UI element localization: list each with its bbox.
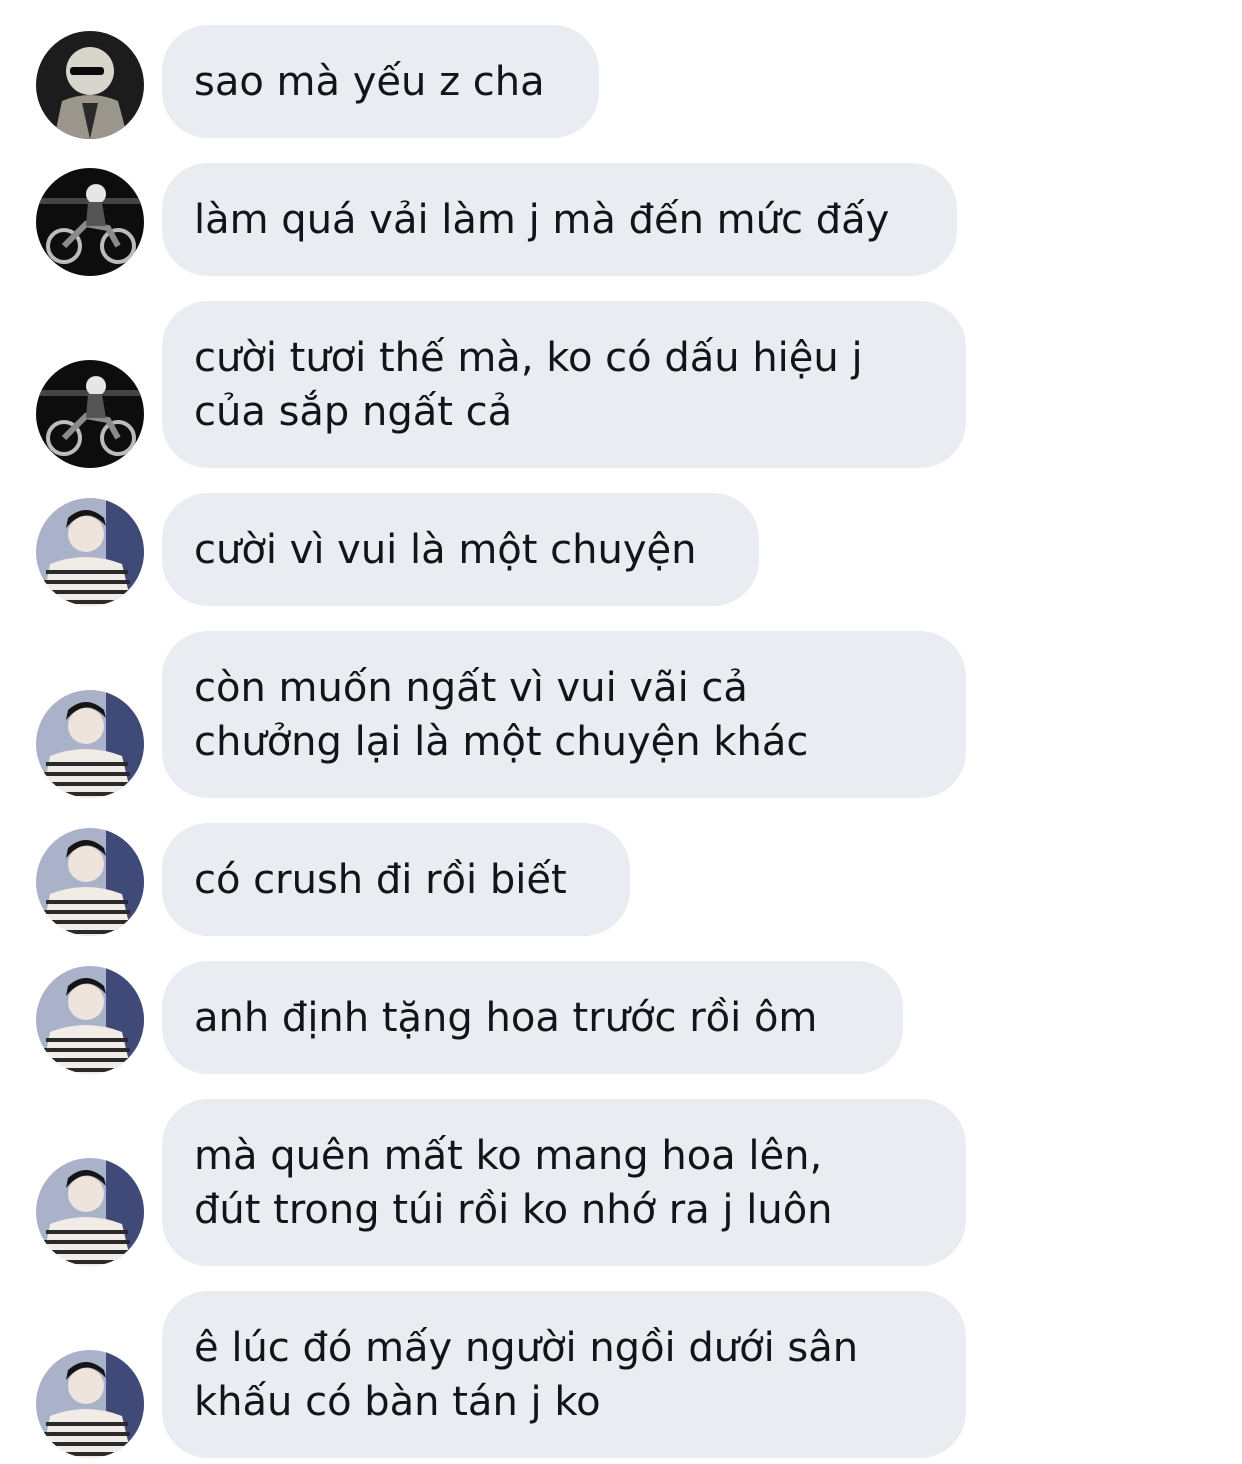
message-bubble[interactable]: có crush đi rồi biết: [162, 823, 630, 936]
user-avatar-striped-sweater-icon: [36, 498, 144, 606]
message-text: đút trong túi rồi ko nhớ ra j luôn: [194, 1186, 833, 1233]
avatar[interactable]: [36, 966, 144, 1074]
message-text: cười vì vui là một chuyện: [194, 526, 697, 573]
message-text: có crush đi rồi biết: [194, 856, 567, 903]
message-text: còn muốn ngất vì vui vãi cả: [194, 664, 748, 711]
message-text: ê lúc đó mấy người ngồi dưới sân: [194, 1324, 859, 1371]
message-text: khấu có bàn tán j ko: [194, 1378, 601, 1425]
avatar[interactable]: [36, 828, 144, 936]
message-bubble[interactable]: cười tươi thế mà, ko có dấu hiệu j của s…: [162, 301, 966, 468]
avatar[interactable]: [36, 168, 144, 276]
message-bubble[interactable]: mà quên mất ko mang hoa lên, đút trong t…: [162, 1099, 966, 1266]
message-text: mà quên mất ko mang hoa lên,: [194, 1132, 823, 1179]
message-bubble[interactable]: cười vì vui là một chuyện: [162, 493, 759, 606]
avatar[interactable]: [36, 498, 144, 606]
message-text: sao mà yếu z cha: [194, 58, 545, 105]
user-avatar-motorcycle-night-icon: [36, 168, 144, 276]
avatar[interactable]: [36, 690, 144, 798]
user-avatar-striped-sweater-icon: [36, 966, 144, 1074]
message-bubble[interactable]: làm quá vải làm j mà đến mức đấy: [162, 163, 957, 276]
message-bubble[interactable]: anh định tặng hoa trước rồi ôm: [162, 961, 903, 1074]
message-text: anh định tặng hoa trước rồi ôm: [194, 994, 818, 1041]
avatar[interactable]: [36, 360, 144, 468]
user-avatar-striped-sweater-icon: [36, 1350, 144, 1458]
avatar[interactable]: [36, 1350, 144, 1458]
user-avatar-striped-sweater-icon: [36, 690, 144, 798]
user-avatar-motorcycle-night-icon: [36, 360, 144, 468]
avatar[interactable]: [36, 31, 144, 139]
message-bubble[interactable]: ê lúc đó mấy người ngồi dưới sân khấu có…: [162, 1291, 966, 1458]
user-avatar-dark-sunglasses-icon: [36, 31, 144, 139]
message-text: làm quá vải làm j mà đến mức đấy: [194, 196, 890, 243]
message-bubble[interactable]: còn muốn ngất vì vui vãi cả chưởng lại l…: [162, 631, 966, 798]
avatar[interactable]: [36, 1158, 144, 1266]
message-text: chưởng lại là một chuyện khác: [194, 718, 809, 765]
message-bubble[interactable]: sao mà yếu z cha: [162, 25, 599, 138]
message-text: của sắp ngất cả: [194, 388, 513, 435]
message-text: cười tươi thế mà, ko có dấu hiệu j: [194, 334, 863, 381]
user-avatar-striped-sweater-icon: [36, 1158, 144, 1266]
user-avatar-striped-sweater-icon: [36, 828, 144, 936]
